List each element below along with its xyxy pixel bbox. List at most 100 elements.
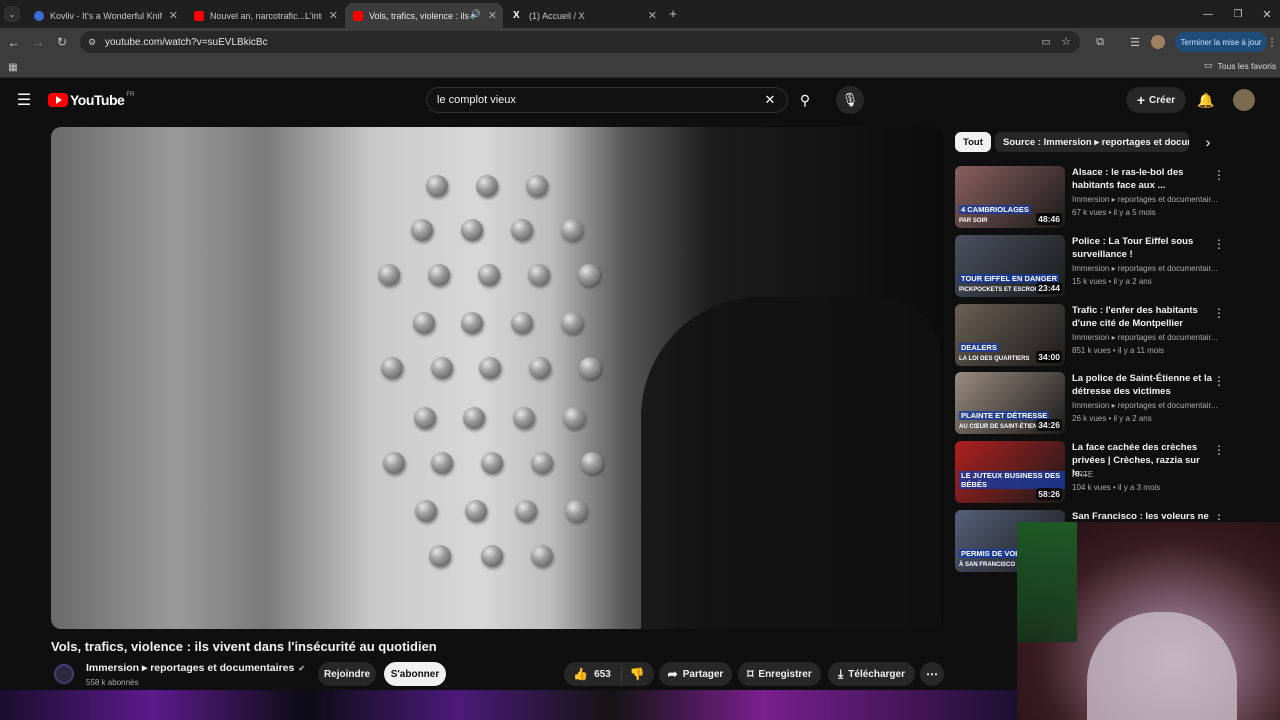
youtube-favicon-icon — [194, 10, 204, 21]
save-button[interactable]: ⌑ Enregistrer — [738, 662, 821, 686]
download-icon: ⤓ — [837, 666, 844, 681]
thumbnail-label: 4 CAMBRIOLAGES — [959, 205, 1031, 214]
video-frame-dot — [529, 357, 551, 379]
browser-tab-bar: ⌄ Kovliv - It's a Wonderful Knife ( ✕ No… — [0, 0, 1280, 28]
new-tab-icon[interactable]: + — [666, 6, 680, 21]
close-window-icon[interactable]: ✕ — [1259, 6, 1275, 22]
video-thumbnail[interactable]: TOUR EIFFEL EN DANGER PICKPOCKETS ET ESCR… — [955, 235, 1065, 297]
more-vertical-icon[interactable]: ⋮ — [1213, 374, 1225, 388]
recommendation-channel[interactable]: Immersion ▸ reportages et documentair... — [1072, 264, 1222, 273]
reading-list-icon[interactable]: ☰ — [1127, 34, 1143, 50]
share-button[interactable]: ➦ Partager — [659, 662, 732, 686]
recommendation-channel[interactable]: Immersion ▸ reportages et documentair... — [1072, 195, 1222, 204]
speaker-icon[interactable]: 🔊 — [470, 9, 481, 20]
close-tab-icon[interactable]: ✕ — [169, 9, 178, 22]
create-label: Créer — [1149, 94, 1176, 106]
tab-search-icon[interactable]: ⌄ — [4, 6, 20, 22]
thumbnail-label: PERMIS DE VOL — [959, 549, 1022, 558]
recommendation-title[interactable]: Alsace : le ras-le-bol des habitants fac… — [1072, 166, 1212, 192]
like-dislike-group: 👍 653 👎 — [564, 662, 654, 686]
bookmarks-bar: ▦ ▭ Tous les favoris — [0, 56, 1280, 78]
more-actions-button[interactable]: ⋯ — [920, 662, 944, 686]
maximize-window-icon[interactable]: ❐ — [1230, 6, 1246, 22]
video-frame-dot — [461, 312, 483, 334]
back-arrow-icon[interactable]: ← — [6, 34, 22, 50]
recommendation-channel[interactable]: ARTE — [1072, 470, 1222, 479]
video-frame-dot — [561, 219, 583, 241]
search-icon[interactable]: ⚲ — [790, 87, 820, 113]
join-label: Rejoindre — [323, 668, 371, 680]
more-vertical-icon[interactable]: ⋮ — [1213, 168, 1225, 182]
chip-all[interactable]: Tout — [955, 132, 991, 152]
youtube-header: ☰ YouTube FR le complot vieux ✕ ⚲ 🎙 + Cr… — [0, 80, 1280, 120]
forward-arrow-icon[interactable]: → — [30, 34, 46, 50]
recommendation-channel[interactable]: Immersion ▸ reportages et documentair... — [1072, 401, 1222, 410]
notifications-bell-icon[interactable]: 🔔 — [1196, 90, 1216, 110]
chip-source-channel[interactable]: Source : Immersion ▸ reportages et docum… — [995, 132, 1189, 152]
video-frame-dot — [381, 357, 403, 379]
video-player[interactable] — [51, 127, 944, 629]
site-info-icon[interactable]: ⚙ — [86, 36, 98, 48]
browser-tab-3-active[interactable]: Vols, trafics, violence : ils vi 🔊 ✕ — [345, 3, 503, 28]
channel-avatar[interactable] — [54, 664, 74, 684]
browser-tab-1[interactable]: Kovliv - It's a Wonderful Knife ( ✕ — [26, 3, 184, 28]
recommendation-title[interactable]: Trafic : l'enfer des habitants d'une cit… — [1072, 304, 1212, 330]
video-thumbnail[interactable]: 4 CAMBRIOLAGES PAR SOIR 48:46 — [955, 166, 1065, 228]
bookmark-star-icon[interactable]: ☆ — [1060, 35, 1072, 48]
hamburger-menu-icon[interactable]: ☰ — [14, 91, 34, 109]
minimize-window-icon[interactable]: — — [1200, 6, 1216, 22]
recommendation-item[interactable]: LE JUTEUX BUSINESS DES BÉBÉS 58:26 La face… — [955, 441, 1275, 505]
browser-tab-4[interactable]: X (1) Accueil / X ✕ — [505, 3, 663, 28]
create-button[interactable]: + Créer — [1126, 87, 1186, 113]
join-button[interactable]: Rejoindre — [318, 662, 376, 686]
recommendation-title[interactable]: La police de Saint-Étienne et la détress… — [1072, 372, 1212, 398]
reload-icon[interactable]: ↻ — [54, 34, 70, 50]
more-vertical-icon[interactable]: ⋮ — [1213, 306, 1225, 320]
clear-search-icon[interactable]: ✕ — [763, 92, 777, 107]
video-thumbnail[interactable]: LE JUTEUX BUSINESS DES BÉBÉS 58:26 — [955, 441, 1065, 503]
share-icon: ➦ — [667, 667, 678, 681]
browser-menu-icon[interactable]: ⋮ — [1266, 34, 1278, 50]
video-frame-dot — [428, 264, 450, 286]
recommendation-item[interactable]: TOUR EIFFEL EN DANGER PICKPOCKETS ET ESCR… — [955, 235, 1275, 299]
apps-grid-icon[interactable]: ▦ — [6, 60, 20, 74]
video-frame-dot — [513, 407, 535, 429]
chevron-right-icon[interactable]: › — [1200, 134, 1216, 150]
video-thumbnail[interactable]: DEALERS LA LOI DES QUARTIERS 34:00 — [955, 304, 1065, 366]
subscribe-button[interactable]: S'abonner — [384, 662, 446, 686]
recommendation-title[interactable]: Police : La Tour Eiffel sous surveillanc… — [1072, 235, 1212, 261]
search-input[interactable]: le complot vieux ✕ — [426, 87, 788, 113]
like-button[interactable]: 👍 653 — [573, 667, 611, 681]
recommendation-item[interactable]: PLAINTE ET DÉTRESSE AU CŒUR DE SAINT-ÉTIE… — [955, 372, 1275, 436]
close-tab-icon[interactable]: ✕ — [488, 9, 497, 22]
close-tab-icon[interactable]: ✕ — [648, 9, 657, 22]
update-browser-button[interactable]: Terminer la mise à jour — [1175, 32, 1267, 52]
youtube-logo[interactable]: YouTube FR — [48, 92, 134, 108]
recommendation-meta: 15 k vues • il y a 2 ans — [1072, 277, 1152, 286]
channel-name[interactable]: Immersion ▸ reportages et documentaires … — [86, 662, 305, 674]
dislike-button[interactable]: 👎 — [620, 667, 645, 681]
more-vertical-icon[interactable]: ⋮ — [1213, 443, 1225, 457]
profile-avatar[interactable] — [1151, 35, 1165, 49]
video-frame-dot — [479, 357, 501, 379]
video-duration: 34:00 — [1036, 351, 1062, 363]
voice-search-mic-icon[interactable]: 🎙 — [836, 86, 864, 114]
recommendation-channel[interactable]: Immersion ▸ reportages et documentair... — [1072, 333, 1222, 342]
all-bookmarks-button[interactable]: ▭ Tous les favoris — [1204, 60, 1276, 71]
account-avatar[interactable] — [1233, 89, 1255, 111]
browser-tab-2[interactable]: Nouvel an, narcotrafic...L'interv ✕ — [186, 3, 344, 28]
download-button[interactable]: ⤓ Télécharger — [828, 662, 915, 686]
recommendation-item[interactable]: 4 CAMBRIOLAGES PAR SOIR 48:46 Alsace : le r… — [955, 166, 1275, 230]
close-tab-icon[interactable]: ✕ — [329, 9, 338, 22]
channel-name-text: Immersion ▸ reportages et documentaires — [86, 662, 295, 674]
recommendation-item[interactable]: DEALERS LA LOI DES QUARTIERS 34:00 Trafic :… — [955, 304, 1275, 368]
video-frame-dot — [481, 545, 503, 567]
address-bar[interactable]: ⚙ youtube.com/watch?v=suEVLBkicBc ▭ ☆ — [80, 31, 1080, 53]
video-thumbnail[interactable]: PLAINTE ET DÉTRESSE AU CŒUR DE SAINT-ÉTIE… — [955, 372, 1065, 434]
extensions-icon[interactable]: ⧉ — [1092, 34, 1108, 50]
video-frame-dot — [383, 452, 405, 474]
cast-icon[interactable]: ▭ — [1040, 36, 1052, 48]
more-vertical-icon[interactable]: ⋮ — [1213, 237, 1225, 251]
search-query-text: le complot vieux — [437, 94, 516, 106]
chip-all-label: Tout — [963, 136, 983, 148]
